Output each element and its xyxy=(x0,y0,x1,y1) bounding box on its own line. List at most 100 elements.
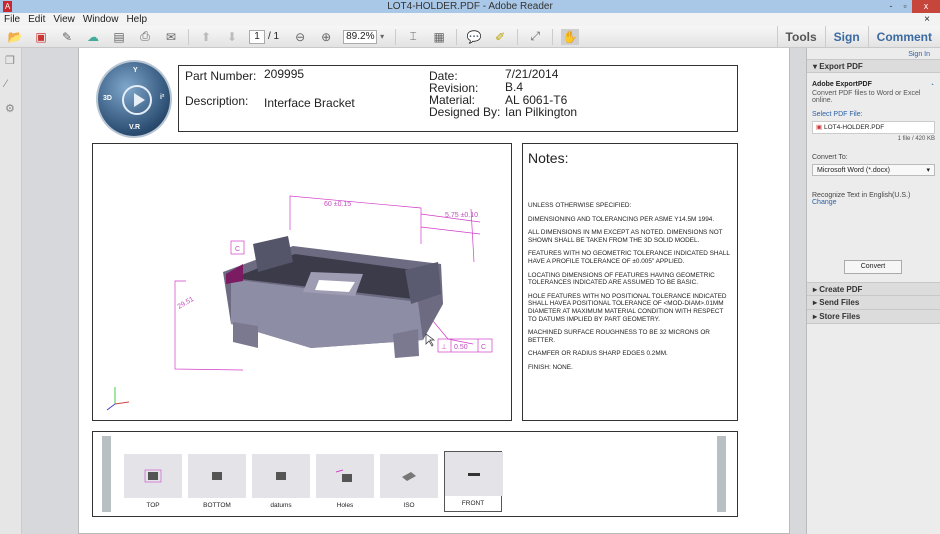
note-item: CHAMFER OR RADIUS SHARP EDGES 0.2mm. xyxy=(528,350,668,358)
model-tree-icon[interactable]: ⚙ xyxy=(5,102,17,115)
title-bar: A LOT4-HOLDER.PDF - Adobe Reader - ▫ x xyxy=(0,0,940,13)
sign-in-link[interactable]: Sign In xyxy=(807,48,940,59)
recognize-text: Recognize Text in English(U.S.) xyxy=(812,192,911,199)
note-item: LOCATING DIMENSIONS OF FEATURES HAVING G… xyxy=(528,271,715,287)
view-thumb-front[interactable]: FRONT xyxy=(444,451,503,512)
zoom-in-icon[interactable]: ⊕ xyxy=(317,29,335,45)
store-files-section-header[interactable]: ▸ Store Files xyxy=(807,310,940,324)
description: Interface Bracket xyxy=(264,96,355,110)
close-document-icon[interactable]: × xyxy=(920,13,934,26)
revision: B.4 xyxy=(505,80,524,94)
document-area: Y 3D i² V.R Part Number: 209995 Descript… xyxy=(22,48,806,534)
zoom-out-icon[interactable]: ⊖ xyxy=(291,29,309,45)
previous-page-icon[interactable]: ⬆ xyxy=(197,29,215,45)
view-thumb-top[interactable]: TOP xyxy=(124,454,182,514)
logo-3d: 3D xyxy=(103,95,112,102)
menu-edit[interactable]: Edit xyxy=(24,13,49,26)
view-label: TOP xyxy=(146,502,160,509)
date: 7/21/2014 xyxy=(505,67,559,81)
view-label: Holes xyxy=(336,502,354,509)
view-label: datums xyxy=(270,502,292,509)
pdf-page: Y 3D i² V.R Part Number: 209995 Descript… xyxy=(78,48,790,534)
menu-window[interactable]: Window xyxy=(79,13,123,26)
view-thumb-holes[interactable]: Holes xyxy=(316,454,374,514)
3d-vr-logo: Y 3D i² V.R xyxy=(96,60,172,138)
notes-box: Notes: UNLESS OTHERWISE SPECIFIED: DIMEN… xyxy=(522,143,738,421)
view-thumb-iso[interactable]: ISO xyxy=(380,454,438,514)
dim-5-75: 5.75 ±0.10 xyxy=(445,212,478,219)
info-icon[interactable]: ◔ xyxy=(930,82,934,89)
convert-button[interactable]: Convert xyxy=(844,260,902,274)
mouse-cursor-icon xyxy=(425,333,436,347)
note-item: HOLE FEATURES WITH NO POSITIONAL TOLERAN… xyxy=(528,292,727,323)
3d-bracket-model[interactable]: 60 ±0.15 5.75 ±0.10 29.51 C ⊥ 0.50 C xyxy=(93,144,513,422)
pages-icon[interactable]: ❐ xyxy=(5,54,17,67)
note-item: DIMENSIONING AND TOLERANCING PER ASME Y1… xyxy=(528,215,715,223)
comment-tab[interactable]: Comment xyxy=(867,26,940,48)
export-pdf-panel: Adobe ExportPDF ◔ Convert PDF files to W… xyxy=(807,73,940,274)
zoom-dropdown-icon[interactable]: ▾ xyxy=(377,29,387,45)
fcf-perp-symbol: ⊥ xyxy=(441,344,447,351)
export-pdf-section-header[interactable]: ▾ Export PDF xyxy=(807,59,940,73)
menu-view[interactable]: View xyxy=(49,13,79,26)
scroll-left-button[interactable] xyxy=(102,436,111,512)
minimize-button[interactable]: - xyxy=(884,0,898,13)
view-label: FRONT xyxy=(461,500,485,507)
close-button[interactable]: x xyxy=(912,0,940,13)
change-link[interactable]: Change xyxy=(812,199,935,206)
convert-to-select[interactable]: Microsoft Word (*.docx) ▾ xyxy=(812,164,935,176)
print-icon[interactable]: ⎙ xyxy=(136,29,154,45)
send-files-section-header[interactable]: ▸ Send Files xyxy=(807,296,940,310)
3d-model-viewer[interactable]: 60 ±0.15 5.75 ±0.10 29.51 C ⊥ 0.50 C xyxy=(92,143,512,421)
highlight-icon[interactable]: ✐ xyxy=(491,29,509,45)
comment-icon[interactable]: 💬 xyxy=(465,29,483,45)
view-label: BOTTOM xyxy=(203,502,231,509)
file-info: 1 file / 420 KB xyxy=(897,136,935,142)
designed-by-label: Designed By: xyxy=(429,105,501,119)
edit-icon[interactable]: ✎ xyxy=(58,29,76,45)
next-page-icon[interactable]: ⬇ xyxy=(223,29,241,45)
read-mode-icon[interactable]: ⤢ xyxy=(526,29,544,45)
note-item: UNLESS OTHERWISE SPECIFIED: xyxy=(528,202,632,209)
navigation-pane: ❐ ⁄ ⚙ xyxy=(0,48,22,534)
zoom-level-input[interactable]: 89.2% xyxy=(343,29,378,44)
sign-tab[interactable]: Sign xyxy=(824,26,868,48)
view-thumb-bottom[interactable]: BOTTOM xyxy=(188,454,246,514)
page-number-input[interactable]: 1 xyxy=(249,29,265,44)
selected-file[interactable]: ▣ LOT4-HOLDER.PDF xyxy=(812,121,935,134)
note-item: FEATURES WITH NO GEOMETRIC TOLERANCE IND… xyxy=(528,250,730,265)
attachments-icon[interactable]: ⁄ xyxy=(5,78,17,90)
menu-help[interactable]: Help xyxy=(122,13,151,26)
scroll-right-button[interactable] xyxy=(717,436,726,512)
play-icon xyxy=(122,85,152,115)
maximize-button[interactable]: ▫ xyxy=(898,0,912,13)
description-label: Description: xyxy=(185,94,249,108)
select-file-label: Select PDF File: xyxy=(812,111,863,118)
axis-triad xyxy=(106,387,130,411)
part-number: 209995 xyxy=(264,67,305,81)
menu-file[interactable]: File xyxy=(0,13,24,26)
bracket-part xyxy=(223,236,443,358)
create-pdf-section-header[interactable]: ▸ Create PDF xyxy=(807,282,940,296)
logo-i2: i² xyxy=(160,94,165,101)
note-item: ALL DIMENSIONS IN MM EXCEPT AS NOTED. DI… xyxy=(528,229,723,244)
create-pdf-title: Create PDF xyxy=(819,285,863,294)
fit-width-icon[interactable]: ▦ xyxy=(430,29,448,45)
fcf-tolerance: 0.50 xyxy=(454,344,468,351)
cloud-upload-icon[interactable]: ☁ xyxy=(84,29,102,45)
export-pdf-title: Export PDF xyxy=(819,62,863,71)
email-icon[interactable]: ✉ xyxy=(162,29,180,45)
view-thumb-datums[interactable]: datums xyxy=(252,454,310,514)
save-icon[interactable]: ▤ xyxy=(110,29,128,45)
tools-tab[interactable]: Tools xyxy=(776,26,825,48)
hand-tool-icon[interactable]: ✋ xyxy=(561,28,580,45)
part-number-label: Part Number: xyxy=(185,69,257,83)
window-title: LOT4-HOLDER.PDF - Adobe Reader xyxy=(387,1,553,12)
dim-60: 60 ±0.15 xyxy=(324,201,351,208)
dim-29-51: 29.51 xyxy=(177,296,196,311)
pdf-file-icon: ▣ xyxy=(816,124,824,131)
fit-page-icon[interactable]: ⌶ xyxy=(404,29,422,45)
export-heading: Adobe ExportPDF xyxy=(812,81,872,88)
open-icon[interactable]: 📂 xyxy=(6,29,24,45)
create-pdf-icon[interactable]: ▣ xyxy=(32,29,50,45)
